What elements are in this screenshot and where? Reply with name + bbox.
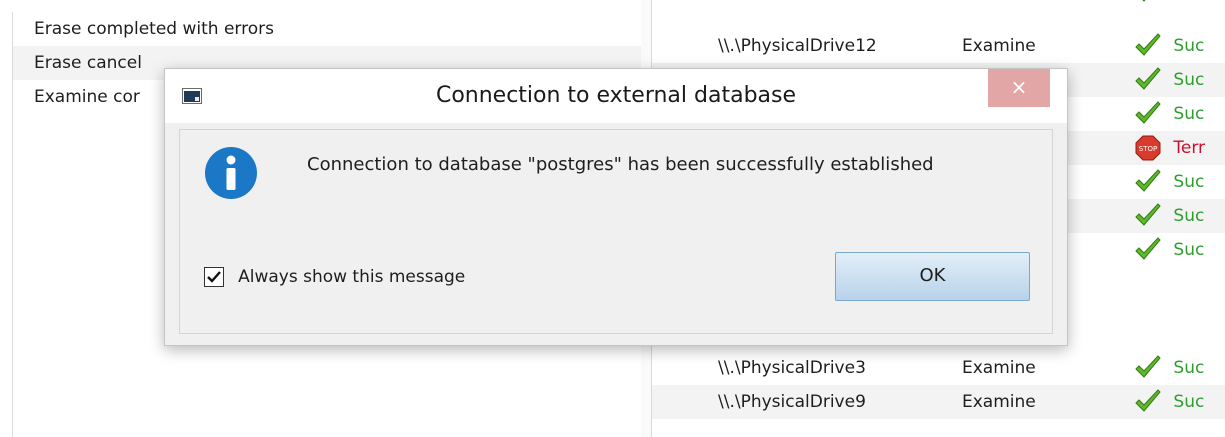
checkmark-icon <box>1135 67 1161 90</box>
dialog-titlebar[interactable]: Connection to external database × <box>165 69 1067 123</box>
status-text: Suc <box>1173 392 1205 412</box>
device-cell: \\.\PhysicalDrive12 <box>718 36 877 56</box>
status-text: Suc <box>1173 70 1205 90</box>
table-row[interactable]: \\.\PhysicalDrive3 Examine Suc <box>652 351 1225 385</box>
status-cell: Suc <box>1134 29 1204 63</box>
status-text: Suc <box>1173 36 1205 56</box>
status-cell: Suc <box>1134 351 1204 385</box>
operation-cell: Examine <box>962 358 1036 378</box>
dialog-title: Connection to external database <box>435 83 797 108</box>
ok-button[interactable]: OK <box>835 252 1030 301</box>
table-row[interactable] <box>652 0 1225 9</box>
stop-icon: STOP <box>1135 135 1161 161</box>
dialog-message: Connection to database "postgres" has be… <box>307 154 934 175</box>
device-cell: \\.\PhysicalDrive9 <box>718 392 866 412</box>
connection-dialog: Connection to external database × Connec… <box>164 68 1068 346</box>
operation-cell: Examine <box>962 36 1036 56</box>
list-item[interactable]: Erase completed with errors <box>13 12 641 46</box>
status-cell: Suc <box>1134 385 1204 419</box>
table-row[interactable]: \\.\PhysicalDrive9 Examine Suc <box>652 385 1225 419</box>
status-cell: Suc <box>1134 63 1204 97</box>
checkbox-label: Always show this message <box>238 266 466 287</box>
checkmark-icon <box>1135 237 1161 260</box>
operation-cell: Examine <box>962 392 1036 412</box>
status-text: Suc <box>1173 206 1205 226</box>
checkmark-icon <box>1135 169 1161 192</box>
info-icon <box>205 147 257 199</box>
close-button[interactable]: × <box>988 69 1050 107</box>
device-cell: \\.\PhysicalDrive3 <box>718 358 866 378</box>
checkmark-icon <box>1135 203 1161 226</box>
status-text: Suc <box>1173 104 1205 124</box>
table-row[interactable]: \\.\PhysicalDrive12 Examine Suc <box>652 29 1225 63</box>
checkmark-icon <box>1142 0 1146 2</box>
checkmark-icon <box>1135 355 1161 378</box>
checkmark-icon <box>1135 389 1161 412</box>
status-cell: STOP Terr <box>1134 131 1205 165</box>
dialog-content: Connection to database "postgres" has be… <box>179 129 1053 334</box>
status-cell: Suc <box>1134 199 1204 233</box>
status-cell: Suc <box>1134 165 1204 199</box>
status-text: Terr <box>1173 138 1206 158</box>
status-cell: Suc <box>1134 97 1204 131</box>
status-text: Suc <box>1173 358 1205 378</box>
checkmark-icon <box>207 270 221 283</box>
svg-text:STOP: STOP <box>1139 145 1157 153</box>
always-show-checkbox[interactable]: Always show this message <box>204 266 465 288</box>
checkmark-icon <box>1135 33 1161 56</box>
status-text: Suc <box>1173 172 1205 192</box>
checkbox-box[interactable] <box>204 266 224 287</box>
status-cell: Suc <box>1134 233 1204 267</box>
status-cell <box>1134 0 1168 9</box>
status-text: Suc <box>1173 240 1205 260</box>
checkmark-icon <box>1135 101 1161 124</box>
